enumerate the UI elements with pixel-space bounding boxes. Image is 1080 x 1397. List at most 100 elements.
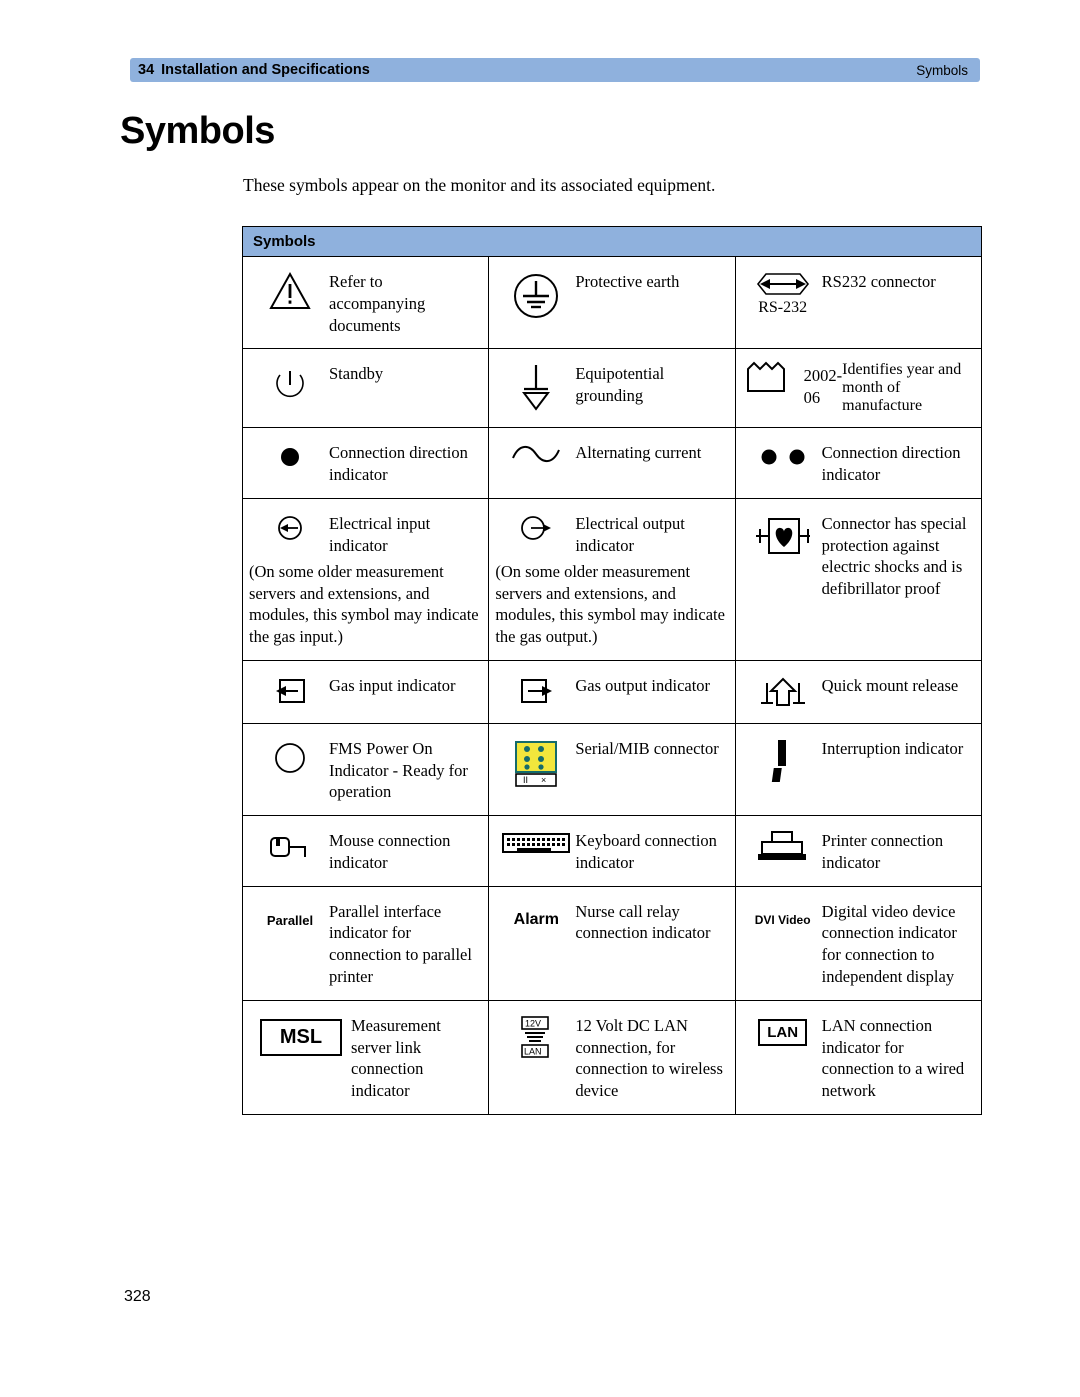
cell-text: LAN connection indicator for connection … [821,1015,965,1101]
gas-input-icon [251,673,329,707]
manufacture-date-icon [744,361,804,415]
table-cell: 2002- 06 Identifies year and month of man… [734,348,983,429]
table-cell: Gas input indicator [241,659,490,724]
parallel-interface-icon: Parallel [251,899,329,928]
table-cell: Alarm Nurse call relay connection indica… [488,885,736,1001]
serial-mib-connector-icon: II × [497,736,575,788]
header-chapter-title: Installation and Specifications [161,62,370,78]
table-row: FMS Power On Indicator - Ready for opera… [241,722,983,817]
svg-text:II: II [523,775,528,785]
cell-text: Connection direction indicator [329,443,468,485]
dvi-video-icon-label: DVI Video [754,912,811,927]
cell-text: Identifies year and month of manufacture [842,361,962,415]
symbols-table: Symbols Refer to accompanying documents [241,226,983,1115]
table-cell: Refer to accompanying documents [241,255,490,350]
keyboard-icon [497,828,575,856]
table-cell: Interruption indicator [734,722,983,817]
table-row: Standby Equipotential grounding 2002- 06… [241,348,983,429]
gas-output-icon [497,673,575,707]
rs232-icon-label: RS-232 [758,299,808,316]
defibrillator-proof-heart-icon [744,511,822,561]
intro-paragraph: These symbols appear on the monitor and … [243,175,716,195]
table-cell: Connector has special protection against… [734,497,983,661]
table-cell: MSL Measurement server link connection i… [241,999,490,1115]
cell-text: Connection direction indicator [821,443,961,485]
table-cell: DVI Video Digital video device connectio… [734,885,983,1001]
cell-text: 12 Volt DC LAN connection, for connectio… [575,1015,723,1101]
table-cell: Quick mount release [734,659,983,724]
msl-icon-label: MSL [259,1018,343,1056]
page-header-bar: 34 Installation and Specifications Symbo… [130,58,980,82]
printer-icon [744,828,822,864]
table-cell: Equipotential grounding [488,348,736,429]
cell-text: FMS Power On Indicator - Ready for opera… [329,738,468,802]
cell-text: Alternating current [575,443,702,463]
table-cell: Alternating current [488,427,736,499]
cell-text: Protective earth [575,272,680,291]
header-section-label: Symbols [916,62,968,78]
page-title: Symbols [120,110,275,152]
manufacture-date-label: 2002- 06 [803,366,843,408]
cell-text: Gas input indicator [329,675,456,695]
cell-text: Electrical output indicator [575,513,685,555]
table-cell: Standby [241,348,490,429]
cell-text: Measurement server link connection indic… [351,1015,441,1101]
table-row: Mouse connection indicator Keyboard conn… [241,815,983,887]
alarm-icon: Alarm [497,899,575,929]
table-cell: 12V LAN 12 Volt DC LAN connection, for c… [488,999,736,1115]
table-cell: Gas output indicator [488,659,736,724]
warning-triangle-icon [251,269,329,311]
equipotential-grounding-icon [497,361,575,411]
electrical-output-icon [497,511,575,543]
cell-text: RS232 connector [821,272,936,291]
cell-text: Connector has special protection against… [821,513,967,599]
footer-page-number: 328 [124,1288,151,1305]
filled-dot-icon [251,440,329,472]
alternating-current-icon [497,440,575,466]
header-chapter-number: 34 [138,62,155,78]
table-cell: LAN LAN connection indicator for connect… [734,999,983,1115]
alarm-icon-label: Alarm [513,910,559,928]
table-cell: Connection direction indicator [241,427,490,499]
mouse-connection-icon [251,828,329,864]
cell-text: Quick mount release [821,675,959,695]
cell-text: Printer connection indicator [821,831,944,872]
cell-text: Parallel interface indicator for connect… [329,901,472,987]
fms-power-on-circle-icon [251,736,329,778]
quick-mount-release-icon [744,673,822,711]
table-cell: Mouse connection indicator [241,815,490,887]
interruption-indicator-icon [744,736,822,784]
cell-note: (On some older measurement servers and e… [249,561,479,647]
table-row: Gas input indicator Gas output indicator [241,659,983,724]
standby-icon [251,361,329,407]
table-caption-row: Symbols [242,226,982,257]
table-cell: Keyboard connection indicator [488,815,736,887]
table-cell: Printer connection indicator [734,815,983,887]
table-cell: RS232 connector RS-232 [734,255,983,350]
table-cell: Electrical output indicator (On some old… [488,497,736,661]
table-caption: Symbols [242,226,982,257]
dvi-video-icon: DVI Video [744,899,822,927]
cell-text: Equipotential grounding [575,364,665,406]
svg-text:LAN: LAN [524,1046,542,1056]
cell-text: Nurse call relay connection indicator [575,901,711,943]
cell-text: Refer to accompanying documents [329,272,426,335]
table-row: Electrical input indicator (On some olde… [241,497,983,661]
msl-icon: MSL [251,1013,351,1056]
lan-icon-label: LAN [758,1018,808,1046]
table-cell: Protective earth [488,255,736,350]
table-cell: Connection direction indicator [734,427,983,499]
cell-text: Interruption indicator [821,738,964,758]
cell-text: Serial/MIB connector [575,738,719,758]
table-row: MSL Measurement server link connection i… [241,999,983,1115]
svg-text:12V: 12V [525,1018,541,1028]
cell-text: Mouse connection indicator [329,831,451,872]
table-cell: Electrical input indicator (On some olde… [241,497,490,661]
table-cell: Parallel Parallel interface indicator fo… [241,885,490,1001]
double-dot-icon [744,440,822,472]
cell-note: (On some older measurement servers and e… [495,561,725,647]
table-cell: FMS Power On Indicator - Ready for opera… [241,722,490,817]
table-cell: II × Serial/MIB connector [488,722,736,817]
dc-lan-12v-icon: 12V LAN [497,1013,575,1059]
cell-text: Electrical input indicator [329,513,431,555]
